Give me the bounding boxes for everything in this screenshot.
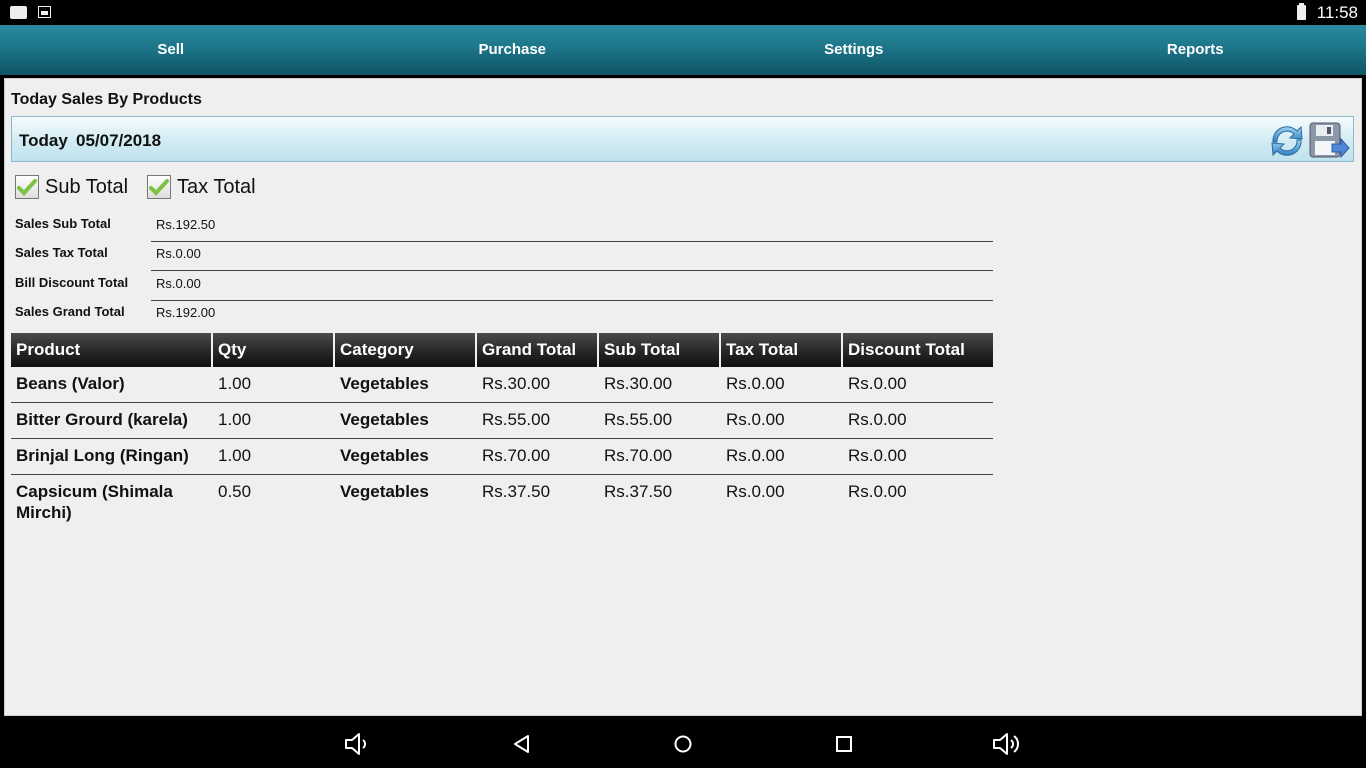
summary-value: Rs.0.00	[156, 246, 201, 261]
page-title: Today Sales By Products	[11, 91, 202, 108]
summary-label: Sales Sub Total	[15, 216, 111, 231]
home-icon[interactable]	[671, 732, 695, 756]
cell-product: Capsicum (Shimala Mirchi)	[16, 482, 173, 522]
cell-discount-total: Rs.0.00	[843, 367, 993, 403]
top-nav: Sell Purchase Settings Reports	[0, 25, 1366, 75]
cell-category: Vegetables	[340, 482, 429, 501]
column-header-sub-total[interactable]: Sub Total	[599, 333, 721, 367]
cell-product: Beans (Valor)	[11, 367, 213, 403]
summary-row-tax-total: Sales Tax Total Rs.0.00	[11, 241, 993, 271]
cell-product: Brinjal Long (Ringan)	[11, 439, 213, 475]
cell-product: Bitter Grourd (karela)	[11, 403, 213, 439]
tax-total-checkbox[interactable]	[147, 175, 171, 199]
cell-tax-total: Rs.0.00	[721, 367, 843, 403]
cell-category: Vegetables	[335, 439, 477, 475]
notification-icon	[10, 6, 27, 19]
image-notification-icon	[38, 6, 51, 18]
cell-category: Vegetables	[335, 367, 477, 403]
table-row[interactable]: Brinjal Long (Ringan) 1.00 Vegetables Rs…	[11, 439, 993, 475]
summary-label: Bill Discount Total	[15, 275, 129, 290]
report-date[interactable]: 05/07/2018	[76, 131, 161, 151]
battery-icon	[1297, 3, 1306, 20]
save-export-icon	[1309, 122, 1350, 159]
summary-value: Rs.192.00	[156, 305, 216, 320]
cell-grand-total: Rs.55.00	[477, 403, 599, 439]
sub-total-toggle[interactable]: Sub Total	[15, 175, 128, 199]
table-header: Product Qty Category Grand Total Sub Tot…	[11, 333, 993, 367]
sales-table: Product Qty Category Grand Total Sub Tot…	[11, 333, 993, 531]
column-header-tax-total[interactable]: Tax Total	[721, 333, 843, 367]
summary-row-sub-total: Sales Sub Total Rs.192.50	[11, 212, 993, 242]
cell-qty: 1.00	[213, 403, 335, 439]
back-icon[interactable]	[510, 732, 534, 756]
column-header-qty[interactable]: Qty	[213, 333, 335, 367]
tab-sell[interactable]: Sell	[0, 25, 342, 75]
table-row[interactable]: Capsicum (Shimala Mirchi) 0.50 Vegetable…	[11, 475, 993, 531]
system-nav-bar	[0, 720, 1366, 768]
cell-grand-total: Rs.37.50	[482, 482, 551, 501]
summary-row-bill-discount: Bill Discount Total Rs.0.00	[11, 271, 993, 301]
cell-tax-total: Rs.0.00	[721, 439, 843, 475]
summary-row-grand-total: Sales Grand Total Rs.192.00	[11, 300, 993, 330]
refresh-button[interactable]	[1267, 122, 1307, 160]
summary-value: Rs.192.50	[156, 217, 216, 232]
date-label: Today	[19, 131, 68, 150]
cell-tax-total: Rs.0.00	[726, 482, 785, 501]
summary-label: Sales Tax Total	[15, 245, 108, 260]
cell-sub-total: Rs.55.00	[599, 403, 721, 439]
column-header-category[interactable]: Category	[335, 333, 477, 367]
cell-discount-total: Rs.0.00	[843, 403, 993, 439]
cell-qty: 1.00	[213, 439, 335, 475]
cell-discount-total: Rs.0.00	[843, 439, 993, 475]
report-panel: Today Sales By Products Today 05/07/2018	[4, 78, 1362, 716]
table-row[interactable]: Beans (Valor) 1.00 Vegetables Rs.30.00 R…	[11, 367, 993, 403]
sub-total-label: Sub Total	[45, 175, 129, 198]
tab-settings[interactable]: Settings	[683, 25, 1025, 75]
summary-label: Sales Grand Total	[15, 304, 125, 319]
column-header-discount-total[interactable]: Discount Total	[843, 333, 993, 367]
summary-value: Rs.0.00	[156, 276, 201, 291]
save-button[interactable]	[1308, 121, 1350, 161]
cell-category: Vegetables	[335, 403, 477, 439]
cell-qty: 1.00	[213, 367, 335, 403]
status-bar: 11:58	[0, 0, 1366, 25]
date-bar: Today 05/07/2018	[11, 116, 1354, 162]
cell-tax-total: Rs.0.00	[721, 403, 843, 439]
cell-discount-total: Rs.0.00	[848, 482, 907, 501]
cell-grand-total: Rs.30.00	[477, 367, 599, 403]
column-header-grand-total[interactable]: Grand Total	[477, 333, 599, 367]
tax-total-label: Tax Total	[177, 175, 256, 198]
cell-sub-total: Rs.30.00	[599, 367, 721, 403]
checkmark-icon	[17, 179, 37, 196]
table-row[interactable]: Bitter Grourd (karela) 1.00 Vegetables R…	[11, 403, 993, 439]
recents-icon[interactable]	[832, 732, 856, 756]
cell-grand-total: Rs.70.00	[477, 439, 599, 475]
refresh-icon	[1271, 125, 1303, 157]
cell-sub-total: Rs.70.00	[599, 439, 721, 475]
cell-qty: 0.50	[218, 482, 252, 501]
cell-sub-total: Rs.37.50	[604, 482, 673, 501]
status-clock: 11:58	[1316, 3, 1358, 22]
tab-purchase[interactable]: Purchase	[342, 25, 684, 75]
checkmark-icon	[149, 179, 169, 196]
column-header-product[interactable]: Product	[11, 333, 213, 367]
volume-up-icon[interactable]	[991, 732, 1023, 756]
tax-total-toggle[interactable]: Tax Total	[147, 175, 256, 199]
sub-total-checkbox[interactable]	[15, 175, 39, 199]
tab-reports[interactable]: Reports	[1025, 25, 1366, 75]
volume-down-icon[interactable]	[343, 732, 371, 756]
